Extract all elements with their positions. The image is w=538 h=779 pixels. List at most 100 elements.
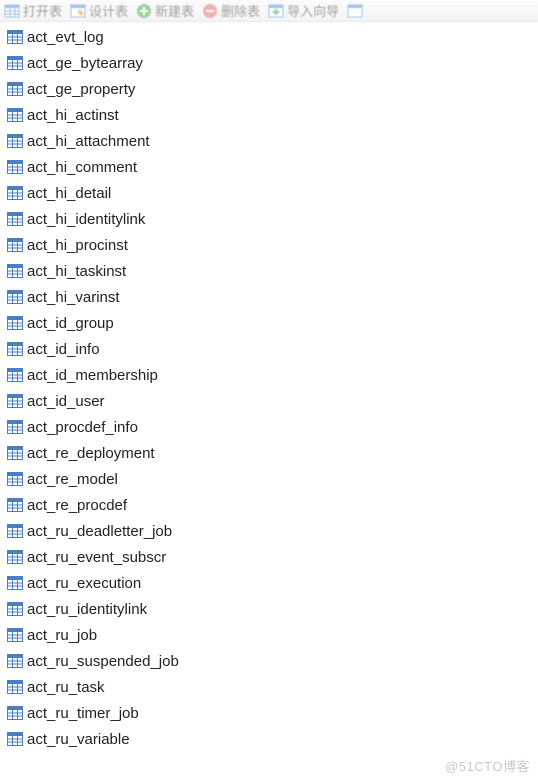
design-table-label: 设计表 xyxy=(89,1,128,20)
table-icon xyxy=(6,626,24,644)
import-icon xyxy=(268,3,284,19)
table-icon xyxy=(6,158,24,176)
table-row[interactable]: act_ru_suspended_job xyxy=(6,648,538,674)
design-table-button[interactable]: 设计表 xyxy=(70,1,128,20)
table-icon xyxy=(6,314,24,332)
table-label: act_hi_taskinst xyxy=(27,263,126,280)
table-label: act_hi_actinst xyxy=(27,107,119,124)
table-label: act_ge_bytearray xyxy=(27,55,143,72)
minus-icon xyxy=(202,3,218,19)
table-row[interactable]: act_re_model xyxy=(6,466,538,492)
table-label: act_ru_variable xyxy=(27,731,130,748)
table-icon xyxy=(6,392,24,410)
table-row[interactable]: act_ge_property xyxy=(6,76,538,102)
table-row[interactable]: act_id_group xyxy=(6,310,538,336)
table-label: act_ru_task xyxy=(27,679,105,696)
open-table-label: 打开表 xyxy=(23,1,62,20)
table-icon xyxy=(6,262,24,280)
table-icon xyxy=(6,470,24,488)
new-table-button[interactable]: 新建表 xyxy=(136,1,194,20)
table-icon xyxy=(6,340,24,358)
table-icon xyxy=(6,548,24,566)
table-label: act_ru_suspended_job xyxy=(27,653,179,670)
table-label: act_re_procdef xyxy=(27,497,127,514)
table-row[interactable]: act_hi_identitylink xyxy=(6,206,538,232)
table-icon xyxy=(6,236,24,254)
table-label: act_re_deployment xyxy=(27,445,155,462)
table-label: act_id_membership xyxy=(27,367,158,384)
table-label: act_hi_identitylink xyxy=(27,211,145,228)
table-icon xyxy=(347,3,363,19)
import-wizard-button[interactable]: 导入向导 xyxy=(268,1,339,20)
table-icon xyxy=(6,678,24,696)
table-row[interactable]: act_ru_timer_job xyxy=(6,700,538,726)
table-icon xyxy=(6,54,24,72)
table-label: act_procdef_info xyxy=(27,419,138,436)
table-icon xyxy=(6,704,24,722)
table-row[interactable]: act_re_procdef xyxy=(6,492,538,518)
watermark: @51CTO博客 xyxy=(445,756,530,775)
table-icon xyxy=(6,496,24,514)
table-label: act_hi_attachment xyxy=(27,133,150,150)
table-icon xyxy=(6,444,24,462)
table-row[interactable]: act_ru_task xyxy=(6,674,538,700)
table-label: act_hi_comment xyxy=(27,159,137,176)
more-button[interactable] xyxy=(347,3,363,19)
table-icon xyxy=(6,28,24,46)
table-icon xyxy=(6,574,24,592)
table-row[interactable]: act_re_deployment xyxy=(6,440,538,466)
table-icon xyxy=(6,288,24,306)
table-row[interactable]: act_procdef_info xyxy=(6,414,538,440)
table-label: act_id_group xyxy=(27,315,114,332)
table-label: act_ru_identitylink xyxy=(27,601,147,618)
table-icon xyxy=(4,3,20,19)
table-row[interactable]: act_hi_comment xyxy=(6,154,538,180)
import-wizard-label: 导入向导 xyxy=(287,1,339,20)
table-icon xyxy=(6,522,24,540)
table-list: act_evt_log act_ge_bytearray act_ge_prop… xyxy=(0,22,538,752)
table-label: act_id_user xyxy=(27,393,105,410)
table-row[interactable]: act_ru_execution xyxy=(6,570,538,596)
table-label: act_ru_deadletter_job xyxy=(27,523,172,540)
table-label: act_re_model xyxy=(27,471,118,488)
table-label: act_ru_timer_job xyxy=(27,705,139,722)
table-row[interactable]: act_ru_variable xyxy=(6,726,538,752)
table-row[interactable]: act_hi_attachment xyxy=(6,128,538,154)
table-icon xyxy=(6,600,24,618)
table-row[interactable]: act_ge_bytearray xyxy=(6,50,538,76)
table-label: act_id_info xyxy=(27,341,100,358)
table-label: act_evt_log xyxy=(27,29,104,46)
table-icon xyxy=(6,652,24,670)
table-row[interactable]: act_id_info xyxy=(6,336,538,362)
delete-table-label: 删除表 xyxy=(221,1,260,20)
table-icon xyxy=(6,366,24,384)
table-icon xyxy=(6,80,24,98)
table-row[interactable]: act_id_membership xyxy=(6,362,538,388)
table-row[interactable]: act_ru_identitylink xyxy=(6,596,538,622)
table-label: act_hi_detail xyxy=(27,185,111,202)
delete-table-button[interactable]: 删除表 xyxy=(202,1,260,20)
new-table-label: 新建表 xyxy=(155,1,194,20)
open-table-button[interactable]: 打开表 xyxy=(4,1,62,20)
table-row[interactable]: act_hi_taskinst xyxy=(6,258,538,284)
table-icon xyxy=(6,210,24,228)
table-row[interactable]: act_hi_varinst xyxy=(6,284,538,310)
table-row[interactable]: act_ru_deadletter_job xyxy=(6,518,538,544)
table-label: act_ru_job xyxy=(27,627,97,644)
table-label: act_ru_event_subscr xyxy=(27,549,166,566)
table-icon xyxy=(6,418,24,436)
table-label: act_hi_varinst xyxy=(27,289,120,306)
table-row[interactable]: act_id_user xyxy=(6,388,538,414)
plus-icon xyxy=(136,3,152,19)
table-row[interactable]: act_hi_procinst xyxy=(6,232,538,258)
table-row[interactable]: act_hi_actinst xyxy=(6,102,538,128)
design-icon xyxy=(70,3,86,19)
table-label: act_hi_procinst xyxy=(27,237,128,254)
toolbar: 打开表 设计表 新建表 删除表 xyxy=(0,0,538,22)
table-label: act_ge_property xyxy=(27,81,135,98)
table-row[interactable]: act_evt_log xyxy=(6,24,538,50)
table-row[interactable]: act_ru_job xyxy=(6,622,538,648)
table-row[interactable]: act_hi_detail xyxy=(6,180,538,206)
table-icon xyxy=(6,106,24,124)
table-row[interactable]: act_ru_event_subscr xyxy=(6,544,538,570)
